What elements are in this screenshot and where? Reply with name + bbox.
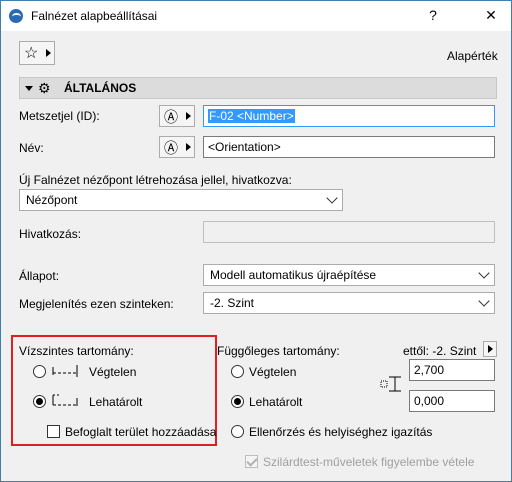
create-label: Új Falnézet nézőpont létrehozása jellel,…: [19, 173, 292, 187]
section-header-general[interactable]: ⚙ ÁLTALÁNOS: [19, 77, 497, 99]
show-levels-value: -2. Szint: [210, 296, 255, 310]
id-label: Metszetjel (ID):: [19, 109, 100, 123]
horizontal-infinite-label[interactable]: Végtelen: [89, 365, 136, 379]
section-icon: ⚙: [38, 80, 51, 96]
id-field-value: F-02 <Number>: [208, 109, 295, 123]
id-autotext-button[interactable]: Ⓐ: [159, 105, 195, 127]
arrow-right-icon: [488, 345, 493, 353]
vertical-limited-radio[interactable]: [231, 395, 244, 408]
show-levels-label: Megjelenítés ezen szinteken:: [19, 297, 174, 311]
chevron-down-icon: [478, 295, 490, 307]
autotext-icon: Ⓐ: [164, 109, 178, 125]
add-area-label[interactable]: Befoglalt terület hozzáadása: [65, 425, 216, 439]
reference-label: Hivatkozás:: [19, 227, 82, 241]
chevron-down-icon: [478, 267, 490, 279]
vertical-range-icon: [380, 376, 401, 392]
arrow-right-icon: [186, 112, 191, 120]
limited-range-icon: [52, 394, 78, 406]
collapse-triangle-icon: [25, 86, 33, 91]
chevron-down-icon: [326, 192, 338, 204]
vertical-limited-label[interactable]: Lehatárolt: [249, 395, 302, 409]
horizontal-limited-label[interactable]: Lehatárolt: [89, 395, 142, 409]
help-button[interactable]: ?: [423, 7, 443, 23]
name-autotext-button[interactable]: Ⓐ: [159, 136, 195, 158]
from-level-label: ettől: -2. Szint: [403, 344, 477, 358]
autotext-icon: Ⓐ: [164, 140, 178, 156]
dialog-window: Falnézet alapbeállításai ? ✕ ☆ Alapérték…: [0, 0, 512, 482]
vertical-top-field[interactable]: 2,700: [409, 359, 495, 381]
status-dropdown-value: Modell automatikus újraépítése: [210, 268, 377, 282]
arrow-right-icon: [186, 143, 191, 151]
horizontal-limited-radio[interactable]: [33, 395, 46, 408]
name-field[interactable]: <Orientation>: [203, 136, 495, 158]
infinite-range-icon: [52, 365, 78, 377]
solid-ops-label: Szilárdtest-műveletek figyelembe vétele: [263, 455, 475, 469]
horizontal-range-title: Vízszintes tartomány:: [19, 344, 134, 358]
default-label: Alapérték: [447, 49, 498, 63]
reference-field: [203, 221, 495, 243]
vertical-infinite-label[interactable]: Végtelen: [249, 365, 296, 379]
name-label: Név:: [19, 141, 44, 155]
adjust-radio[interactable]: [231, 425, 244, 438]
close-button[interactable]: ✕: [481, 7, 501, 24]
star-icon: ☆: [24, 45, 39, 62]
title-bar: Falnézet alapbeállításai ? ✕: [1, 1, 511, 31]
create-dropdown[interactable]: Nézőpont: [19, 189, 343, 211]
status-label: Állapot:: [19, 269, 60, 283]
from-level-button[interactable]: [483, 341, 497, 357]
add-area-checkbox[interactable]: [47, 425, 60, 438]
favorites-button[interactable]: ☆: [19, 41, 55, 65]
vertical-range-title: Függőleges tartomány:: [217, 344, 340, 358]
adjust-label[interactable]: Ellenőrzés és helyiséghez igazítás: [249, 425, 432, 439]
solid-ops-checkbox: [245, 455, 258, 468]
show-levels-dropdown[interactable]: -2. Szint: [203, 292, 495, 314]
status-dropdown[interactable]: Modell automatikus újraépítése: [203, 264, 495, 286]
id-field[interactable]: F-02 <Number>: [203, 105, 495, 127]
window-title: Falnézet alapbeállításai: [31, 9, 158, 23]
dialog-content: ☆ Alapérték ⚙ ÁLTALÁNOS Metszetjel (ID):…: [1, 31, 511, 481]
app-icon: [9, 9, 23, 23]
arrow-right-icon: [46, 49, 51, 57]
vertical-infinite-radio[interactable]: [231, 365, 244, 378]
section-title: ÁLTALÁNOS: [64, 81, 137, 95]
create-dropdown-value: Nézőpont: [26, 193, 78, 207]
vertical-bottom-field[interactable]: 0,000: [409, 390, 495, 412]
horizontal-infinite-radio[interactable]: [33, 365, 46, 378]
